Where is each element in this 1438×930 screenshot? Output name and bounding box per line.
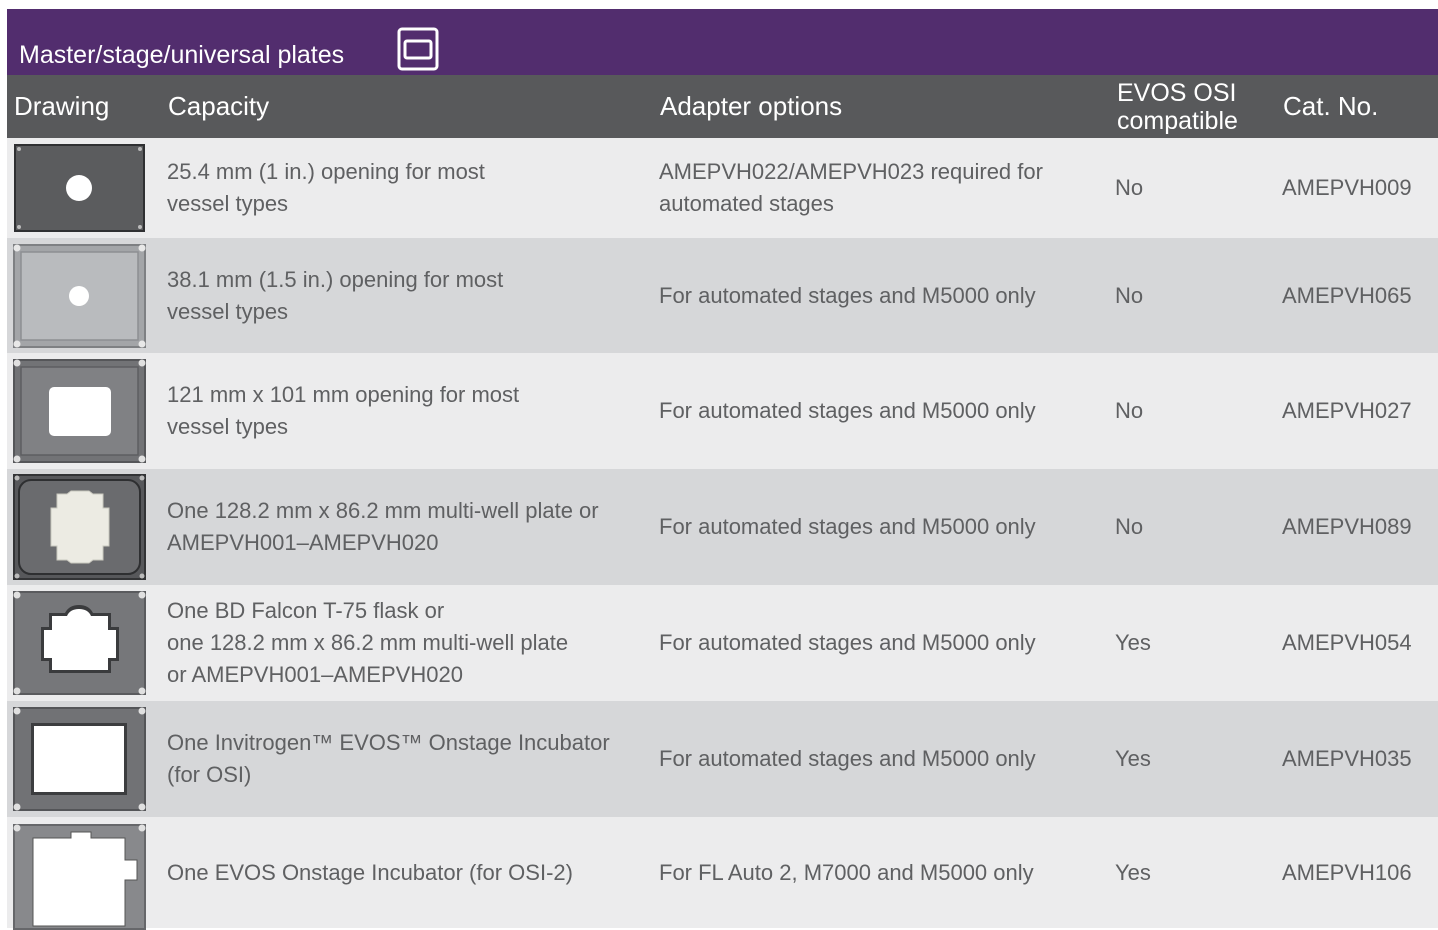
adapter-cell: For automated stages and M5000 only — [659, 282, 1036, 308]
adapter-cell: For automated stages and M5000 only — [659, 630, 1036, 655]
osi-compatible-cell: Yes — [1115, 746, 1151, 771]
adapter-cell: AMEPVH022/AMEPVH023 required for automate… — [659, 159, 1043, 216]
header-cat-no: Cat. No. — [1283, 91, 1379, 121]
plate-round-opening-large-icon — [7, 238, 152, 353]
table-row: One BD Falcon T-75 flask or one 128.2 mm … — [7, 585, 1438, 701]
capacity-cell: 25.4 mm (1 in.) opening for most vessel t… — [167, 159, 485, 216]
osi-compatible-cell: Yes — [1115, 859, 1151, 885]
capacity-cell: One EVOS Onstage Incubator (for OSI-2) — [167, 859, 573, 885]
table-row: 25.4 mm (1 in.) opening for most vessel t… — [7, 138, 1438, 238]
adapter-cell: For automated stages and M5000 only — [659, 746, 1036, 771]
plate-rectangular-opening-icon — [7, 353, 152, 469]
osi-compatible-cell: No — [1115, 175, 1144, 200]
table-row: One Invitrogen™ EVOS™ Onstage Incubator(… — [7, 701, 1438, 817]
table-row: 38.1 mm (1.5 in.) opening for most vessel… — [7, 238, 1438, 353]
capacity-cell: One Invitrogen™ EVOS™ Onstage Incubator(… — [167, 730, 610, 787]
adapter-cell: For automated stages and M5000 only — [659, 514, 1036, 539]
header-evos-osi-compatible: EVOS OSI compatible — [1117, 78, 1238, 135]
cat-no-cell: AMEPVH035 — [1282, 746, 1412, 771]
cat-no-cell: AMEPVH106 — [1282, 859, 1412, 885]
header-adapter-options: Adapter options — [660, 91, 843, 121]
plate-outline-icon — [396, 26, 440, 72]
plate-osi2-opening-icon — [7, 817, 152, 930]
plate-osi-opening-icon — [7, 701, 152, 817]
capacity-cell: One BD Falcon T-75 flask or one 128.2 mm … — [167, 598, 569, 687]
capacity-cell: 121 mm x 101 mm opening for most vessel t… — [167, 382, 520, 439]
adapter-cell: For FL Auto 2, M7000 and M5000 only — [659, 859, 1034, 885]
plate-round-opening-small-icon — [7, 138, 152, 238]
cat-no-cell: AMEPVH027 — [1282, 398, 1412, 423]
cat-no-cell: AMEPVH009 — [1282, 175, 1412, 200]
cat-no-cell: AMEPVH089 — [1282, 514, 1412, 539]
cat-no-cell: AMEPVH065 — [1282, 282, 1412, 308]
plate-multiwell-opening-icon — [7, 469, 152, 585]
plate-flask-opening-icon — [7, 585, 152, 701]
table-header: Drawing Capacity Adapter options EVOS OS… — [7, 75, 1438, 138]
cat-no-cell: AMEPVH054 — [1282, 630, 1412, 655]
osi-compatible-cell: No — [1115, 514, 1144, 539]
capacity-cell: 38.1 mm (1.5 in.) opening for most vessel… — [167, 266, 504, 324]
table-row: One 128.2 mm x 86.2 mm multi-well plate … — [7, 469, 1438, 585]
osi-compatible-cell: No — [1115, 398, 1144, 423]
section-banner: Master/stage/universal plates — [7, 9, 1438, 75]
osi-compatible-cell: Yes — [1115, 630, 1151, 655]
header-capacity: Capacity — [168, 91, 270, 121]
adapter-cell: For automated stages and M5000 only — [659, 398, 1036, 423]
header-drawing: Drawing — [14, 91, 110, 121]
osi-compatible-cell: No — [1115, 282, 1144, 308]
table-row: 121 mm x 101 mm opening for most vessel t… — [7, 353, 1438, 469]
section-title: Master/stage/universal plates — [19, 41, 345, 69]
table-row: One EVOS Onstage Incubator (for OSI-2) F… — [7, 817, 1438, 930]
capacity-cell: One 128.2 mm x 86.2 mm multi-well plate … — [167, 498, 599, 555]
